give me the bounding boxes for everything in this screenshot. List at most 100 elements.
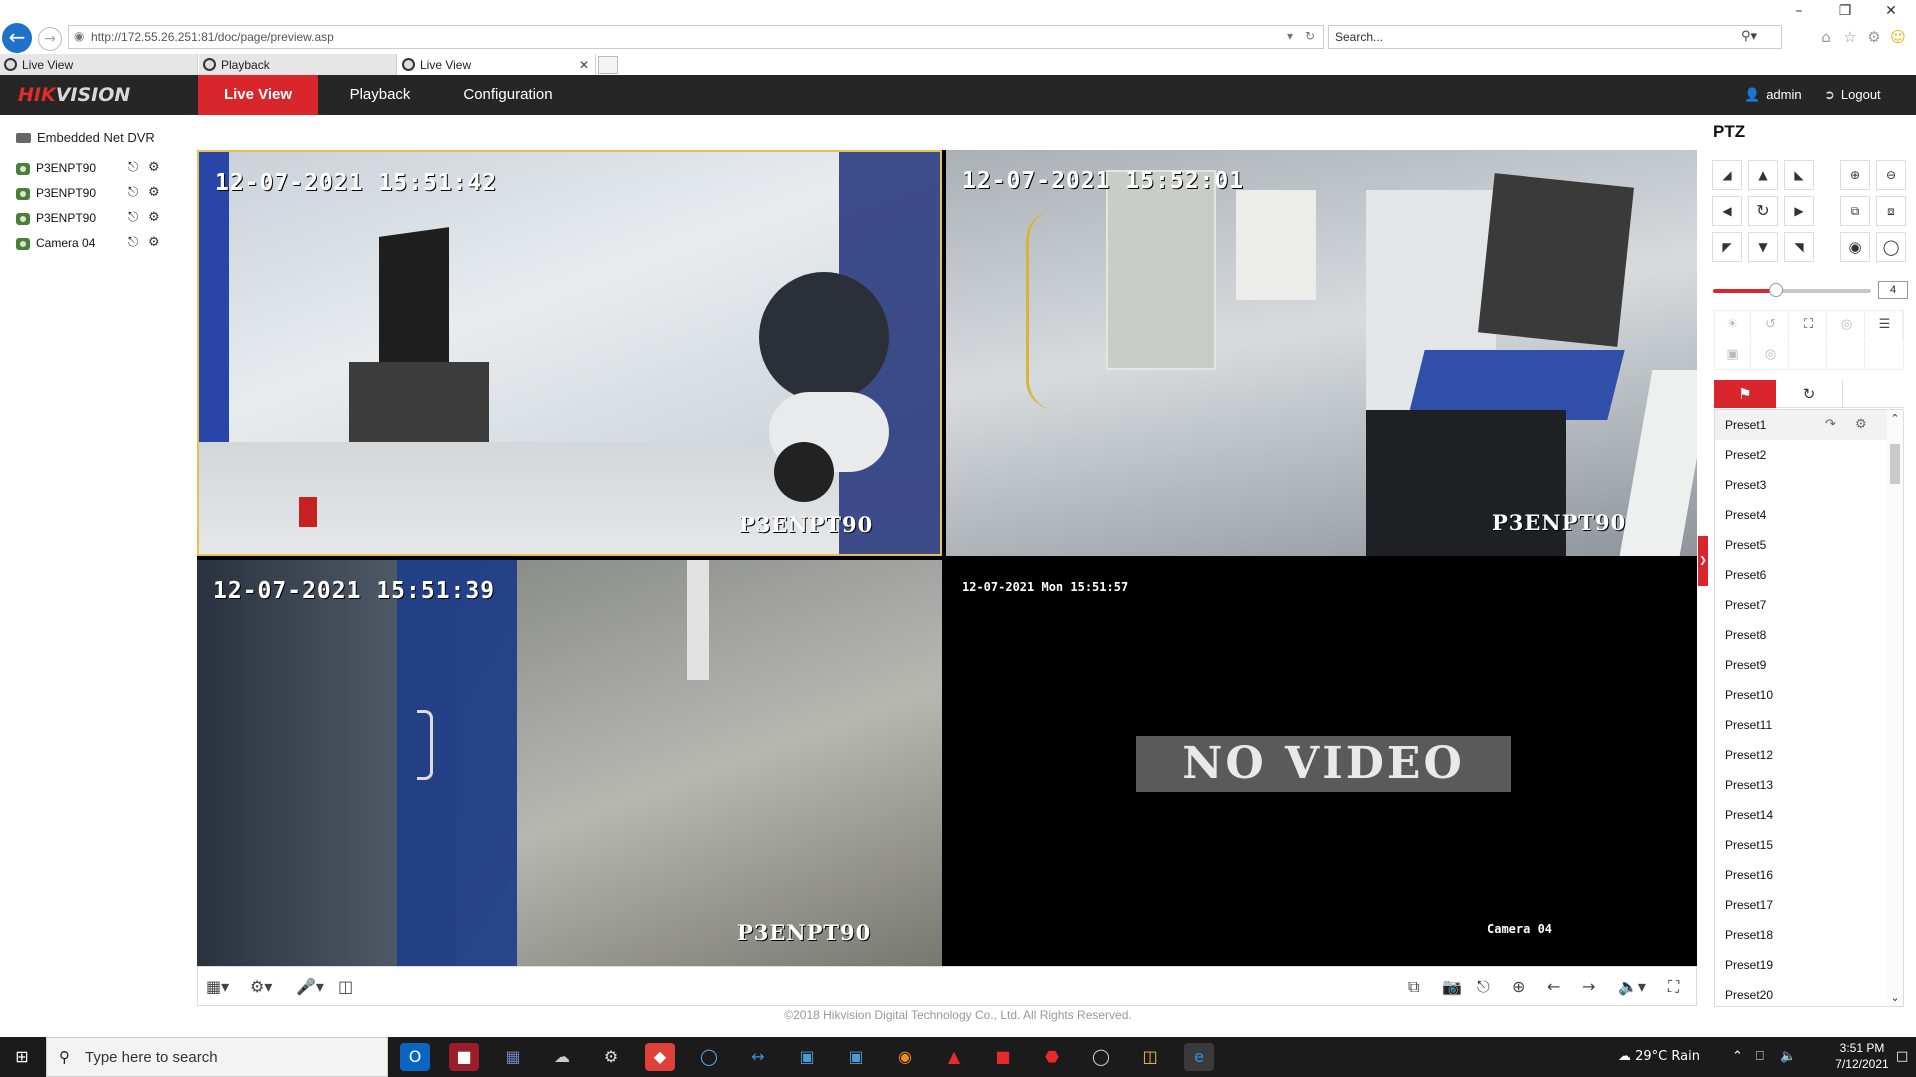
taskbar-clock[interactable]: 3:51 PM 7/12/2021 bbox=[1830, 1040, 1894, 1072]
iris-close-icon[interactable]: ◯ bbox=[1876, 232, 1906, 262]
preset-item[interactable]: Preset20 bbox=[1715, 980, 1887, 1006]
pattern-tab[interactable] bbox=[1842, 380, 1904, 408]
refresh-icon[interactable]: ↻ bbox=[1305, 29, 1315, 43]
back-button[interactable]: ← bbox=[2, 23, 32, 53]
browser-tab-live-view-1[interactable]: Live View bbox=[0, 54, 198, 76]
outlook-app-icon[interactable]: O bbox=[400, 1043, 430, 1071]
settings-gear-icon[interactable]: ⚙ bbox=[1864, 27, 1884, 47]
preset-item[interactable]: Preset13 bbox=[1715, 770, 1887, 800]
ptz-control-icon[interactable]: ⚙ bbox=[148, 160, 160, 175]
address-bar[interactable]: ◉ http://172.55.26.251:81/doc/page/previ… bbox=[68, 25, 1324, 49]
tray-chevron-icon[interactable]: ⌃ bbox=[1732, 1037, 1743, 1077]
preset-item[interactable]: Preset12 bbox=[1715, 740, 1887, 770]
call-preset-icon[interactable]: ↷ bbox=[1825, 410, 1836, 440]
microphone-icon[interactable]: 🎤▾ bbox=[296, 977, 324, 996]
favorites-star-icon[interactable]: ☆ bbox=[1840, 27, 1860, 47]
app-icon-13[interactable]: ■ bbox=[988, 1043, 1018, 1071]
video-pane-2[interactable]: 12-07-2021 15:52:01 P3ENPT90 bbox=[946, 150, 1697, 556]
dropdown-icon[interactable]: ▾ bbox=[1287, 29, 1293, 43]
ptz-up-button[interactable]: ▲ bbox=[1748, 160, 1778, 190]
channel-item[interactable]: P3ENPT90 ⎋ ⚙ bbox=[16, 159, 192, 179]
app-icon-4[interactable]: ☁ bbox=[547, 1043, 577, 1071]
windows-start-icon[interactable]: ⊞ bbox=[0, 1037, 44, 1077]
app-icon-15[interactable]: ◯ bbox=[1086, 1043, 1116, 1071]
nav-tab-configuration[interactable]: Configuration bbox=[448, 75, 568, 115]
preset-item[interactable]: Preset6 bbox=[1715, 560, 1887, 590]
preset-item[interactable]: Preset10 bbox=[1715, 680, 1887, 710]
3d-zoom-icon[interactable]: ⛶ bbox=[1791, 311, 1827, 339]
start-all-live-icon[interactable]: ◫ bbox=[338, 977, 353, 996]
nav-tab-live-view[interactable]: Live View bbox=[198, 75, 318, 115]
notifications-icon[interactable]: □ bbox=[1896, 1037, 1908, 1077]
device-node[interactable]: Embedded Net DVR bbox=[16, 130, 155, 145]
record-video-icon[interactable]: ⎋ bbox=[1477, 977, 1490, 997]
preset-item[interactable]: Preset16 bbox=[1715, 860, 1887, 890]
preset-item[interactable]: Preset18 bbox=[1715, 920, 1887, 950]
nav-tab-playback[interactable]: Playback bbox=[330, 75, 430, 115]
iris-open-icon[interactable]: ◉ bbox=[1840, 232, 1870, 262]
browser-tab-playback[interactable]: Playback bbox=[199, 54, 397, 76]
ptz-control-icon[interactable]: ⚙ bbox=[148, 210, 160, 225]
search-icon[interactable]: ⚲▾ bbox=[1741, 29, 1757, 44]
video-pane-1[interactable]: 12-07-2021 15:51:42 P3ENPT90 bbox=[197, 150, 942, 556]
forward-button[interactable]: → bbox=[38, 27, 62, 51]
fullscreen-icon[interactable]: ⛶ bbox=[1668, 977, 1679, 997]
ptz-left-button[interactable]: ◀ bbox=[1712, 196, 1742, 226]
app-icon-7[interactable]: ◯ bbox=[694, 1043, 724, 1071]
next-page-icon[interactable]: → bbox=[1582, 977, 1595, 996]
collapse-panel-toggle[interactable]: ❯ bbox=[1698, 536, 1708, 586]
anydesk-app-icon[interactable]: ◆ bbox=[645, 1043, 675, 1071]
ptz-right-button[interactable]: ▶ bbox=[1784, 196, 1814, 226]
smiley-feedback-icon[interactable]: ☺ bbox=[1888, 27, 1908, 47]
internet-explorer-app-icon[interactable]: e bbox=[1184, 1043, 1214, 1071]
set-preset-gear-icon[interactable]: ⚙ bbox=[1855, 410, 1867, 440]
ptz-up-right-button[interactable]: ◣ bbox=[1784, 160, 1814, 190]
ptz-down-button[interactable]: ▼ bbox=[1748, 232, 1778, 262]
preset-item[interactable]: Preset2 bbox=[1715, 440, 1887, 470]
ptz-control-icon[interactable]: ⚙ bbox=[148, 235, 160, 250]
ptz-speed-slider[interactable] bbox=[1713, 283, 1871, 297]
previous-page-icon[interactable]: ← bbox=[1547, 977, 1560, 996]
ptz-speed-handle[interactable] bbox=[1769, 283, 1784, 297]
record-icon[interactable]: ⎋ bbox=[128, 160, 138, 175]
channel-item[interactable]: P3ENPT90 ⎋ ⚙ bbox=[16, 209, 192, 229]
video-pane-3[interactable]: 12-07-2021 15:51:39 P3ENPT90 bbox=[197, 560, 942, 966]
ptz-down-right-button[interactable]: ◥ bbox=[1784, 232, 1814, 262]
app-icon-5[interactable]: ⚙ bbox=[596, 1043, 626, 1071]
app-icon-12[interactable]: ▲ bbox=[939, 1043, 969, 1071]
digital-zoom-icon[interactable]: ⊕ bbox=[1512, 977, 1525, 996]
scroll-up-icon[interactable]: ⌃ bbox=[1887, 412, 1903, 425]
app-icon-9[interactable]: ▣ bbox=[792, 1043, 822, 1071]
audio-mute-icon[interactable]: 🔈▾ bbox=[1618, 977, 1646, 996]
preset-item[interactable]: Preset17 bbox=[1715, 890, 1887, 920]
preset-item[interactable]: Preset7 bbox=[1715, 590, 1887, 620]
ptz-up-left-button[interactable]: ◢ bbox=[1712, 160, 1742, 190]
preset-item[interactable]: Preset9 bbox=[1715, 650, 1887, 680]
stream-type-icon[interactable]: ⚙▾ bbox=[250, 977, 272, 996]
preset-item[interactable]: Preset8 bbox=[1715, 620, 1887, 650]
user-menu[interactable]: 👤 admin bbox=[1744, 75, 1802, 115]
preset-item[interactable]: Preset3 bbox=[1715, 470, 1887, 500]
channel-item[interactable]: Camera 04 ⎋ ⚙ bbox=[16, 234, 192, 254]
window-layout-icon[interactable]: ▦▾ bbox=[206, 977, 229, 996]
focus-near-icon[interactable]: ⧉ bbox=[1840, 196, 1870, 226]
record-icon[interactable]: ⎋ bbox=[128, 235, 138, 250]
preset-item[interactable]: Preset1 ↷ ⚙ bbox=[1715, 410, 1887, 440]
preset-item[interactable]: Preset15 bbox=[1715, 830, 1887, 860]
weather-widget[interactable]: ☁ 29°C Rain bbox=[1618, 1037, 1700, 1077]
teamviewer-app-icon[interactable]: ↔ bbox=[743, 1043, 773, 1071]
auxiliary-focus-icon[interactable]: ▣ bbox=[1715, 341, 1751, 369]
video-pane-4[interactable]: 12-07-2021 Mon 15:51:57 NO VIDEO Camera … bbox=[946, 560, 1697, 966]
preset-item[interactable]: Preset5 bbox=[1715, 530, 1887, 560]
preset-item[interactable]: Preset19 bbox=[1715, 950, 1887, 980]
ptz-down-left-button[interactable]: ◤ bbox=[1712, 232, 1742, 262]
preset-item[interactable]: Preset14 bbox=[1715, 800, 1887, 830]
zoom-out-icon[interactable]: ⊖ bbox=[1876, 160, 1906, 190]
record-icon[interactable]: ⎋ bbox=[128, 210, 138, 225]
zoom-in-icon[interactable]: ⊕ bbox=[1840, 160, 1870, 190]
channel-item[interactable]: P3ENPT90 ⎋ ⚙ bbox=[16, 184, 192, 204]
scroll-down-icon[interactable]: ⌄ bbox=[1887, 991, 1903, 1004]
browser-tab-live-view-2[interactable]: Live View ✕ bbox=[398, 54, 596, 76]
logout-button[interactable]: ➲ Logout bbox=[1824, 75, 1881, 115]
scroll-thumb[interactable] bbox=[1890, 444, 1900, 484]
